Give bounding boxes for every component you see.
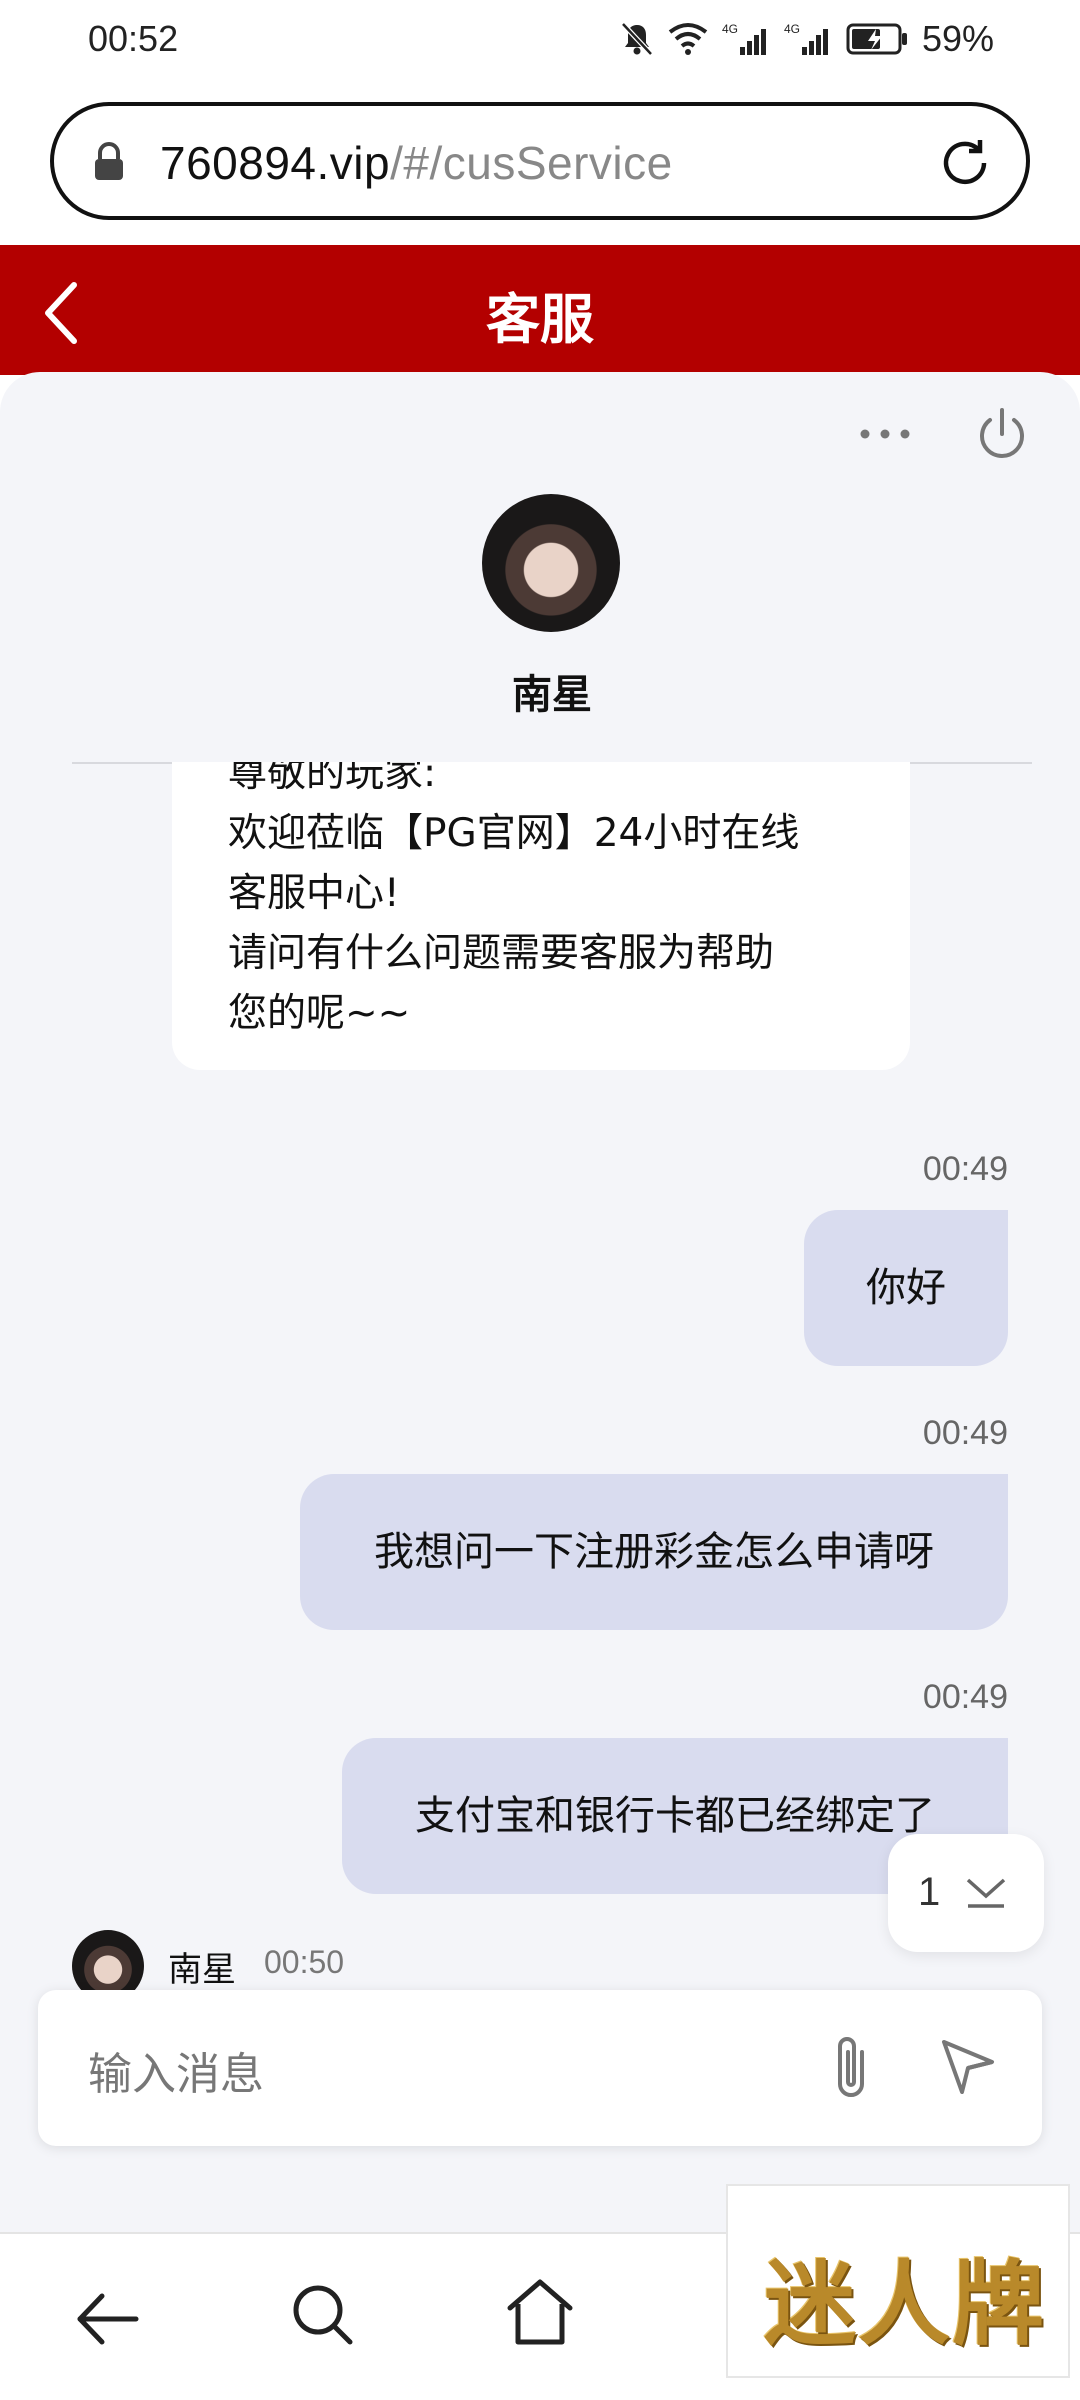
welcome-line: 客服中心!	[228, 871, 400, 916]
status-icons: 4G 4G 59%	[620, 18, 994, 60]
unread-count: 1	[918, 1870, 941, 1914]
address-bar[interactable]: 760894.vip/#/cusService	[50, 102, 1030, 220]
scroll-to-bottom-button[interactable]: 1	[888, 1834, 1044, 1952]
agent-reply-time: 00:50	[264, 1944, 345, 1980]
chevron-down-icon	[966, 1878, 1006, 1908]
power-icon[interactable]	[974, 406, 1030, 462]
message-input[interactable]: 输入消息	[88, 2038, 264, 2102]
signal-4g-icon-2: 4G	[784, 22, 828, 55]
welcome-line: 欢迎莅临【PG官网】24小时在线	[228, 811, 800, 856]
battery-icon	[846, 23, 907, 55]
page-title: 客服	[486, 288, 594, 351]
mute-bell-icon	[621, 22, 653, 56]
welcome-line: 尊敬的玩家:	[228, 762, 437, 796]
send-icon[interactable]	[938, 2036, 998, 2096]
message-time: 00:49	[922, 1678, 1008, 1716]
paperclip-icon[interactable]	[822, 2030, 882, 2104]
watermark-text: 迷人牌	[764, 2250, 1047, 2358]
url-domain: 760894.vip	[160, 137, 391, 189]
agent-welcome-bubble: 尊敬的玩家: 欢迎莅临【PG官网】24小时在线 客服中心! 请问有什么问题需要客…	[172, 762, 910, 1070]
url-path: /#/cusService	[390, 137, 673, 189]
status-bar: 00:52 4G 4G 59%	[0, 0, 1080, 78]
agent-welcome-text: 尊敬的玩家: 欢迎莅临【PG官网】24小时在线 客服中心! 请问有什么问题需要客…	[228, 762, 799, 1044]
welcome-line: 请问有什么问题需要客服为帮助	[228, 931, 775, 976]
nav-search-icon[interactable]	[288, 2280, 358, 2350]
battery-percent: 59%	[921, 18, 994, 59]
nav-back-icon[interactable]	[72, 2284, 142, 2354]
reload-icon[interactable]	[934, 132, 996, 194]
more-options-icon[interactable]	[855, 424, 915, 444]
nav-home-icon[interactable]	[504, 2276, 576, 2350]
agent-avatar	[482, 494, 620, 632]
signal-4g-icon-1: 4G	[722, 22, 766, 55]
message-composer[interactable]: 输入消息	[38, 1990, 1042, 2146]
network-label-2: 4G	[784, 22, 800, 36]
wifi-icon	[668, 23, 708, 55]
network-label-1: 4G	[722, 22, 738, 36]
url-text[interactable]: 760894.vip/#/cusService	[160, 136, 673, 190]
watermark-logo: 迷人牌	[726, 2184, 1070, 2378]
status-time: 00:52	[88, 18, 179, 59]
chat-panel: 南星 尊敬的玩家: 欢迎莅临【PG官网】24小时在线 客服中心! 请问有什么问题…	[0, 372, 1080, 2232]
user-message: 你好	[804, 1210, 1008, 1366]
welcome-line: 您的呢~~	[228, 991, 411, 1036]
message-time: 00:49	[922, 1414, 1008, 1452]
lock-icon	[95, 142, 123, 180]
user-message: 我想问一下注册彩金怎么申请呀	[300, 1474, 1008, 1630]
agent-name-small: 南星	[168, 1950, 236, 1990]
agent-name: 南星	[512, 672, 592, 718]
app-header: 客服	[0, 245, 1080, 375]
message-time: 00:49	[922, 1150, 1008, 1188]
